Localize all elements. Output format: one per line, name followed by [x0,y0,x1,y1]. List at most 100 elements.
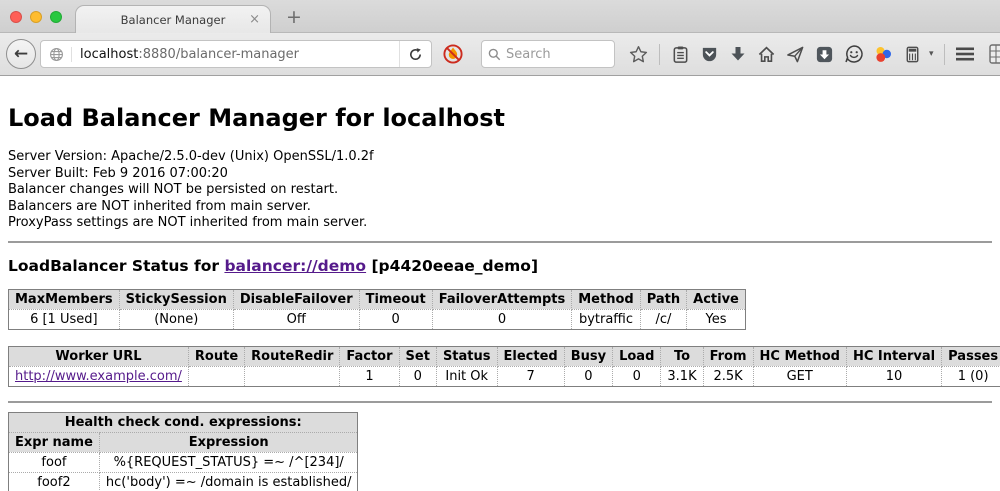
cell-expr-name: foof2 [9,472,100,491]
pocket-icon[interactable] [700,45,719,64]
url-path: :8880/balancer-manager [138,47,299,62]
page-title: Load Balancer Manager for localhost [8,104,992,132]
titlebar: Balancer Manager × + [0,0,1000,33]
home-icon[interactable] [757,45,776,64]
cell-method: bytraffic [572,309,640,329]
cell-stickysession: (None) [119,309,233,329]
column-header: Route [188,346,244,366]
search-input[interactable] [506,47,596,62]
cell-hc-interval: 10 [846,366,941,386]
close-window-button[interactable] [10,11,22,23]
cell-failoverattempts: 0 [432,309,572,329]
worker-url-link[interactable]: http://www.example.com/ [15,369,182,384]
browser-tab[interactable]: Balancer Manager × [75,5,271,34]
server-info: Server Version: Apache/2.5.0-dev (Unix) … [8,149,992,232]
feedback-smiley-icon[interactable] [844,44,864,64]
server-version-line: Server Version: Apache/2.5.0-dev (Unix) … [8,149,992,166]
table-header-row: MaxMembers StickySession DisableFailover… [9,289,746,309]
cell-timeout: 0 [359,309,432,329]
balancer-settings-table: MaxMembers StickySession DisableFailover… [8,289,746,330]
table-row: foof2 hc('body') =~ /domain is establish… [9,472,358,491]
colored-dots-extension-icon[interactable] [874,45,893,64]
url-bar[interactable]: localhost:8880/balancer-manager [40,40,432,68]
new-tab-button[interactable]: + [286,6,302,28]
balancer-link[interactable]: balancer://demo [224,257,366,275]
column-header: To [661,346,703,366]
cell-busy: 0 [564,366,612,386]
column-header: HC Interval [846,346,941,366]
zoom-window-button[interactable] [50,11,62,23]
notes-grid-icon[interactable] [988,43,1000,65]
divider [8,241,992,243]
column-header: StickySession [119,289,233,309]
cell-set: 0 [399,366,436,386]
cell-active: Yes [687,309,746,329]
search-icon [488,48,501,61]
cell-passes: 1 (0) [942,366,1000,386]
cell-expr-name: foof [9,452,100,472]
column-header: FailoverAttempts [432,289,572,309]
status-heading: LoadBalancer Status for balancer://demo … [8,257,992,275]
table-header-row: Worker URL Route RouteRedir Factor Set S… [9,346,1000,366]
video-download-icon[interactable] [815,45,834,64]
back-button[interactable]: ← [6,39,36,69]
window-controls [10,11,62,23]
note-line: Balancer changes will NOT be persisted o… [8,182,992,199]
cell-factor: 1 [340,366,399,386]
cell-to: 3.1K [661,366,703,386]
reading-list-icon[interactable] [671,45,690,64]
cell-path: /c/ [640,309,686,329]
downloads-icon[interactable] [729,45,747,63]
globe-icon [41,47,72,62]
health-table-title: Health check cond. expressions: [9,412,358,432]
worker-row: http://www.example.com/ 1 0 Init Ok 7 0 … [9,366,1000,386]
column-header: Expr name [9,432,100,452]
cell-routeredir [245,366,340,386]
table-title-row: Health check cond. expressions: [9,412,358,432]
column-header: Set [399,346,436,366]
send-page-icon[interactable] [786,45,805,64]
url-text[interactable]: localhost:8880/balancer-manager [72,47,399,62]
column-header: Busy [564,346,612,366]
column-header: Path [640,289,686,309]
divider [8,401,992,403]
cell-route [188,366,244,386]
page-content: Load Balancer Manager for localhost Serv… [0,77,1000,491]
column-header: Active [687,289,746,309]
column-header: MaxMembers [9,289,120,309]
bookmark-star-icon[interactable] [629,45,648,64]
cell-elected: 7 [497,366,564,386]
column-header: RouteRedir [245,346,340,366]
minimize-window-button[interactable] [30,11,42,23]
toolbar-separator [944,44,945,65]
column-header: Expression [99,432,358,452]
table-row: foof %{REQUEST_STATUS} =~ /^[234]/ [9,452,358,472]
annotate-extension-icon[interactable] [903,45,922,64]
cell-load: 0 [613,366,661,386]
column-header: DisableFailover [233,289,359,309]
column-header: From [703,346,753,366]
toolbar-separator [659,44,660,65]
cell-hc-method: GET [753,366,846,386]
menu-hamburger-icon[interactable] [955,46,975,62]
cell-expression: hc('body') =~ /domain is established/ [99,472,358,491]
column-header: Elected [497,346,564,366]
cell-status: Init Ok [436,366,497,386]
tab-close-icon[interactable]: × [249,11,260,28]
server-built-line: Server Built: Feb 9 2016 07:00:20 [8,166,992,183]
column-header: Timeout [359,289,432,309]
cell-from: 2.5K [703,366,753,386]
column-header: HC Method [753,346,846,366]
health-check-table: Health check cond. expressions: Expr nam… [8,412,358,491]
column-header: Load [613,346,661,366]
search-bar[interactable] [481,40,615,68]
tab-title: Balancer Manager [121,13,226,27]
column-header: Method [572,289,640,309]
column-header: Factor [340,346,399,366]
cell-disablefailover: Off [233,309,359,329]
table-header-row: Expr name Expression [9,432,358,452]
chevron-down-icon[interactable]: ▾ [929,49,934,59]
flash-block-icon[interactable] [442,43,464,65]
reload-button[interactable] [399,41,431,67]
navigation-toolbar: ← localhost:8880/balancer-manager [0,33,1000,76]
